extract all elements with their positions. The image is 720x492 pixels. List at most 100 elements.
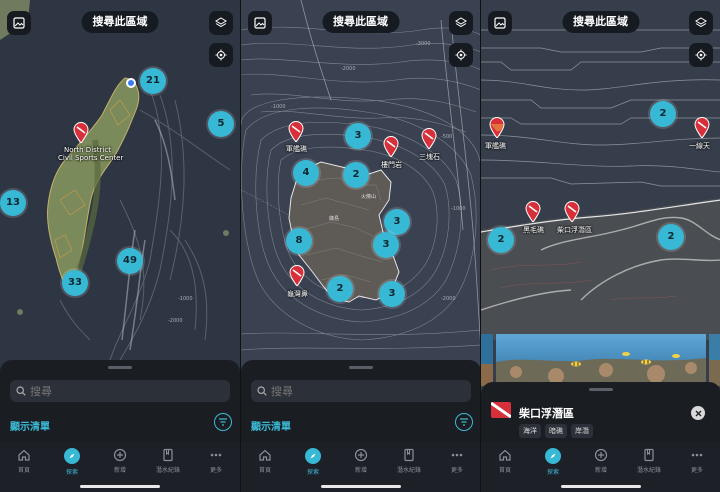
tab-add[interactable]: 新增 — [337, 448, 385, 474]
search-input[interactable] — [30, 384, 210, 398]
search-this-area-button[interactable]: 搜尋此區域 — [562, 11, 639, 33]
site-title: 柴口浮潛區 — [519, 407, 574, 420]
tab-label: 首頁 — [498, 467, 511, 474]
dive-site-cluster[interactable]: 2 — [650, 101, 676, 127]
tab-label: 更多 — [209, 467, 222, 474]
dive-site-cluster[interactable]: 21 — [140, 68, 166, 94]
tab-label: 潛水紀錄 — [396, 467, 421, 474]
show-list-link[interactable]: 顯示清單 — [251, 418, 291, 433]
filter-icon — [460, 418, 468, 426]
dive-site-pin[interactable] — [289, 265, 305, 286]
dive-site-pin[interactable] — [525, 201, 541, 222]
svg-text:綠島: 綠島 — [329, 215, 339, 222]
tab-explore[interactable]: 探索 — [48, 448, 96, 476]
dive-site-cluster[interactable]: 2 — [343, 162, 369, 188]
locate-me-button[interactable] — [449, 43, 473, 67]
search-this-area-button[interactable]: 搜尋此區域 — [81, 11, 159, 33]
tab-label: 首頁 — [258, 467, 271, 474]
add-circle-icon — [594, 448, 608, 462]
home-icon — [259, 449, 271, 461]
dive-site-cluster[interactable]: 3 — [384, 209, 410, 235]
dive-site-cluster[interactable]: 3 — [345, 123, 371, 149]
filter-button[interactable] — [455, 413, 473, 431]
dive-site-cluster[interactable]: 5 — [208, 111, 234, 137]
pin-label: 軍艦礁 — [286, 145, 307, 153]
dive-site-cluster[interactable]: 49 — [117, 248, 143, 274]
tag: 海洋 — [519, 424, 541, 438]
dive-site-pin[interactable] — [489, 117, 505, 138]
site-photo[interactable] — [496, 334, 706, 386]
dive-site-cluster[interactable]: 13 — [0, 190, 26, 216]
sheet-handle[interactable] — [589, 388, 613, 391]
tab-add[interactable]: 新增 — [96, 448, 144, 474]
layers-photo-button[interactable] — [7, 11, 31, 35]
tab-explore[interactable]: 探索 — [289, 448, 337, 476]
close-button[interactable] — [691, 406, 705, 420]
search-field[interactable] — [251, 380, 471, 402]
dive-site-cluster[interactable]: 4 — [293, 160, 319, 186]
site-photo-next[interactable] — [709, 334, 720, 386]
sheet-handle[interactable] — [108, 366, 132, 369]
locate-me-button[interactable] — [689, 43, 713, 67]
logbook-icon — [163, 448, 173, 462]
tab-more[interactable]: 更多 — [192, 448, 240, 474]
tab-explore[interactable]: 探索 — [529, 448, 577, 476]
compass-icon — [64, 448, 80, 464]
more-icon — [210, 453, 222, 457]
locate-icon — [695, 49, 707, 61]
dive-site-cluster[interactable]: 2 — [327, 276, 353, 302]
compass-icon — [305, 448, 321, 464]
svg-text:-3000: -3000 — [416, 41, 431, 47]
site-summary[interactable]: 柴口浮潛區 海洋 暗礁 岸潛 — [491, 400, 711, 440]
dive-flag-icon — [491, 402, 511, 418]
tab-bar: 首頁 探索 新增 潛水紀錄 更多 — [241, 442, 480, 492]
site-photo-prev[interactable] — [481, 334, 493, 386]
layers-photo-button[interactable] — [248, 11, 272, 35]
svg-text:-1000: -1000 — [451, 206, 466, 212]
layers-icon — [455, 17, 467, 28]
tab-dive-log[interactable]: 潛水紀錄 — [385, 448, 433, 474]
dive-site-pin[interactable] — [694, 117, 710, 138]
search-input[interactable] — [271, 384, 451, 398]
map-layers-button[interactable] — [449, 11, 473, 35]
tab-home[interactable]: 首頁 — [481, 448, 529, 474]
site-tags: 海洋 暗礁 岸潛 — [519, 424, 593, 438]
svg-text:火燒山: 火燒山 — [361, 193, 376, 200]
dive-site-cluster[interactable]: 2 — [488, 227, 514, 253]
tab-more[interactable]: 更多 — [433, 448, 480, 474]
dive-site-cluster[interactable]: 3 — [379, 281, 405, 307]
locate-me-button[interactable] — [209, 43, 233, 67]
image-icon — [13, 17, 25, 29]
dive-site-pin[interactable] — [383, 136, 399, 157]
layers-photo-button[interactable] — [488, 11, 512, 35]
dive-site-pin[interactable] — [73, 122, 89, 143]
show-list-link[interactable]: 顯示清單 — [10, 418, 50, 433]
tab-more[interactable]: 更多 — [673, 448, 720, 474]
tab-label: 新增 — [113, 467, 126, 474]
dive-site-pin[interactable] — [288, 121, 304, 142]
dive-site-cluster[interactable]: 33 — [62, 270, 88, 296]
screen-site-detail: 搜尋此區域 2 2 2 軍艦礁 黑毛礁 柴口浮潛區 一線天 柴口浮潛區 海洋 暗… — [480, 0, 720, 492]
sheet-handle[interactable] — [349, 366, 373, 369]
search-field[interactable] — [10, 380, 230, 402]
dive-site-cluster[interactable]: 2 — [658, 224, 684, 250]
tab-bar: 首頁 探索 新增 潛水紀錄 更多 — [481, 442, 720, 492]
map-layers-button[interactable] — [689, 11, 713, 35]
tab-home[interactable]: 首頁 — [0, 448, 48, 474]
tab-home[interactable]: 首頁 — [241, 448, 289, 474]
home-icon — [18, 449, 30, 461]
map-layers-button[interactable] — [209, 11, 233, 35]
tab-dive-log[interactable]: 潛水紀錄 — [625, 448, 673, 474]
dive-site-pin[interactable] — [421, 128, 437, 149]
dive-site-cluster[interactable]: 8 — [286, 228, 312, 254]
dive-site-pin-selected[interactable] — [564, 201, 580, 222]
tab-label: 更多 — [450, 467, 463, 474]
tab-dive-log[interactable]: 潛水紀錄 — [144, 448, 192, 474]
dive-site-cluster[interactable]: 3 — [373, 232, 399, 258]
tab-label: 潛水紀錄 — [636, 467, 661, 474]
filter-button[interactable] — [214, 413, 232, 431]
search-this-area-button[interactable]: 搜尋此區域 — [322, 11, 399, 33]
tab-add[interactable]: 新增 — [577, 448, 625, 474]
screen-taiwan-overview: -1000 -2000 搜尋此區域 21 5 13 49 33 North Di… — [0, 0, 240, 492]
tab-label: 潛水紀錄 — [155, 467, 180, 474]
